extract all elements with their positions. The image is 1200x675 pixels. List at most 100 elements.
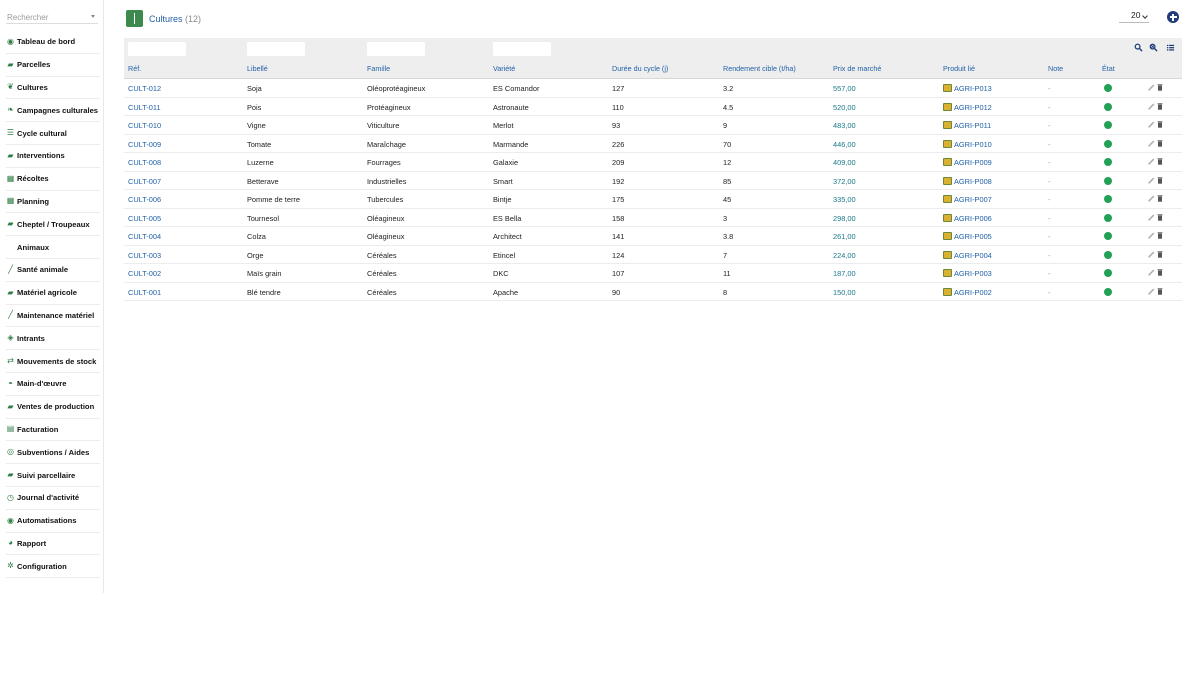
trash-icon[interactable]	[1156, 287, 1164, 296]
table-row[interactable]: CULT-007 Betterave Industrielles Smart 192 85…	[124, 172, 1182, 190]
trash-icon[interactable]	[1156, 176, 1164, 185]
table-row[interactable]: CULT-001 Blé tendre Céréales Apache 90 8 150,0…	[124, 283, 1182, 301]
sidebar-item[interactable]: ▰ Interventions	[6, 145, 100, 168]
edit-icon[interactable]	[1147, 231, 1155, 240]
clear-filter-icon[interactable]	[1149, 43, 1158, 52]
table-row[interactable]: CULT-012 Soja Oléoprotéagineux ES Comandor 1…	[124, 79, 1182, 98]
column-header-linked-product[interactable]: Produit lié	[943, 64, 975, 73]
edit-icon[interactable]	[1147, 157, 1155, 166]
cell-ref[interactable]: CULT-005	[128, 214, 161, 223]
trash-icon[interactable]	[1156, 139, 1164, 148]
filter-variety-input[interactable]	[493, 42, 551, 56]
table-row[interactable]: CULT-009 Tomate Maraîchage Marmande 226 70 446…	[124, 135, 1182, 153]
cell-ref[interactable]: CULT-010	[128, 121, 161, 130]
sidebar-item[interactable]: ☰ Cycle cultural	[6, 122, 100, 145]
sidebar-item[interactable]: ▤ Facturation	[6, 419, 100, 442]
table-row[interactable]: CULT-011 Pois Protéagineux Astronaute 110 4.5…	[124, 98, 1182, 116]
edit-icon[interactable]	[1147, 176, 1155, 185]
cell-linked-product[interactable]: AGRI-P012	[943, 102, 992, 112]
column-header-ref[interactable]: Réf.	[128, 64, 141, 73]
cell-ref[interactable]: CULT-007	[128, 177, 161, 186]
sidebar-item[interactable]: ⇄ Mouvements de stock	[6, 350, 100, 373]
search-icon[interactable]	[1134, 43, 1143, 52]
cell-ref[interactable]: CULT-012	[128, 84, 161, 93]
column-header-variety[interactable]: Variété	[493, 64, 515, 73]
cell-ref[interactable]: CULT-006	[128, 195, 161, 204]
table-row[interactable]: CULT-003 Orge Céréales Etincel 124 7 224,00 AGR…	[124, 246, 1182, 264]
table-row[interactable]: CULT-004 Colza Oléagineux Architect 141 3.8 26…	[124, 227, 1182, 246]
cell-linked-product[interactable]: AGRI-P002	[943, 287, 992, 297]
column-header-cycle-duration[interactable]: Durée du cycle (j)	[612, 64, 668, 73]
trash-icon[interactable]	[1156, 250, 1164, 259]
edit-icon[interactable]	[1147, 287, 1155, 296]
cell-linked-product[interactable]: AGRI-P003	[943, 269, 992, 278]
sidebar-item[interactable]: ▦ Planning	[6, 191, 100, 214]
per-page-select[interactable]: 20	[1119, 9, 1149, 23]
sidebar-item[interactable]: ▰ Matériel agricole	[6, 282, 100, 305]
add-culture-button[interactable]	[1167, 11, 1179, 23]
trash-icon[interactable]	[1156, 102, 1164, 111]
cell-linked-product[interactable]: AGRI-P005	[943, 232, 992, 241]
search-box[interactable]	[6, 10, 98, 24]
cell-ref[interactable]: CULT-011	[128, 103, 161, 112]
table-row[interactable]: CULT-008 Luzerne Fourrages Galaxie 209 12 409,…	[124, 153, 1182, 172]
cell-ref[interactable]: CULT-003	[128, 251, 161, 260]
sidebar-item[interactable]: ◷ Journal d'activité	[6, 487, 100, 510]
edit-icon[interactable]	[1147, 194, 1155, 203]
sidebar-item[interactable]: ✲ Configuration	[6, 555, 100, 579]
column-header-family[interactable]: Famille	[367, 64, 390, 73]
edit-icon[interactable]	[1147, 83, 1155, 92]
sidebar-item[interactable]: ❦ Cultures	[6, 77, 100, 100]
sidebar-item[interactable]: ▰ Cheptel / Troupeaux	[6, 213, 100, 237]
edit-icon[interactable]	[1147, 213, 1155, 222]
table-row[interactable]: CULT-010 Vigne Viticulture Merlot 93 9 483,00 A…	[124, 116, 1182, 135]
cell-linked-product[interactable]: AGRI-P009	[943, 158, 992, 167]
trash-icon[interactable]	[1156, 157, 1164, 166]
sidebar-item[interactable]: ▰ Parcelles	[6, 54, 100, 77]
chevron-down-icon[interactable]	[91, 15, 95, 18]
sidebar-item[interactable]: ◕ Rapport	[6, 533, 100, 556]
cell-ref[interactable]: CULT-008	[128, 158, 161, 167]
sidebar-item[interactable]: Animaux	[6, 236, 100, 259]
column-header-target-yield[interactable]: Rendement cible (t/ha)	[723, 64, 796, 73]
sidebar-item[interactable]: ▰ Suivi parcellaire	[6, 464, 100, 487]
edit-icon[interactable]	[1147, 268, 1155, 277]
filter-ref-input[interactable]	[128, 42, 186, 56]
column-header-note[interactable]: Note	[1048, 64, 1063, 73]
column-header-label[interactable]: Libellé	[247, 64, 268, 73]
search-input[interactable]	[7, 13, 87, 22]
table-row[interactable]: CULT-005 Tournesol Oléagineux ES Bella 158 3 2…	[124, 209, 1182, 227]
table-row[interactable]: CULT-002 Maïs grain Céréales DKC 107 11 187,00…	[124, 264, 1182, 283]
edit-icon[interactable]	[1147, 250, 1155, 259]
cell-linked-product[interactable]: AGRI-P006	[943, 213, 992, 223]
trash-icon[interactable]	[1156, 83, 1164, 92]
sidebar-item[interactable]: ❧ Campagnes culturales	[6, 99, 100, 123]
sidebar-item[interactable]: ◓ Main-d'œuvre	[6, 373, 100, 396]
cell-ref[interactable]: CULT-009	[128, 140, 161, 149]
sidebar-item[interactable]: ▰ Ventes de production	[6, 396, 100, 419]
sidebar-item[interactable]: ◎ Subventions / Aides	[6, 441, 100, 465]
sidebar-item[interactable]: ◈ Intrants	[6, 327, 100, 351]
sidebar-item[interactable]: ╱ Maintenance matériel	[6, 305, 100, 328]
cell-linked-product[interactable]: AGRI-P013	[943, 84, 992, 93]
edit-icon[interactable]	[1147, 120, 1155, 129]
sidebar-item[interactable]: ◉ Tableau de bord	[6, 31, 100, 54]
filter-family-input[interactable]	[367, 42, 425, 56]
cell-ref[interactable]: CULT-004	[128, 232, 161, 241]
sidebar-item[interactable]: ◉ Automatisations	[6, 510, 100, 533]
table-row[interactable]: CULT-006 Pomme de terre Tubercules Bintje 17…	[124, 190, 1182, 209]
column-header-status[interactable]: État	[1102, 64, 1115, 73]
sidebar-item[interactable]: ╱ Santé animale	[6, 259, 100, 282]
column-list-icon[interactable]	[1166, 43, 1175, 52]
trash-icon[interactable]	[1156, 213, 1164, 222]
edit-icon[interactable]	[1147, 139, 1155, 148]
trash-icon[interactable]	[1156, 268, 1164, 277]
trash-icon[interactable]	[1156, 231, 1164, 240]
cell-linked-product[interactable]: AGRI-P011	[943, 121, 991, 130]
column-header-market-price[interactable]: Prix de marché	[833, 64, 881, 73]
cell-ref[interactable]: CULT-002	[128, 269, 161, 278]
cell-linked-product[interactable]: AGRI-P008	[943, 176, 992, 186]
sidebar-item[interactable]: ▦ Récoltes	[6, 168, 100, 191]
cell-linked-product[interactable]: AGRI-P004	[943, 250, 992, 260]
trash-icon[interactable]	[1156, 120, 1164, 129]
